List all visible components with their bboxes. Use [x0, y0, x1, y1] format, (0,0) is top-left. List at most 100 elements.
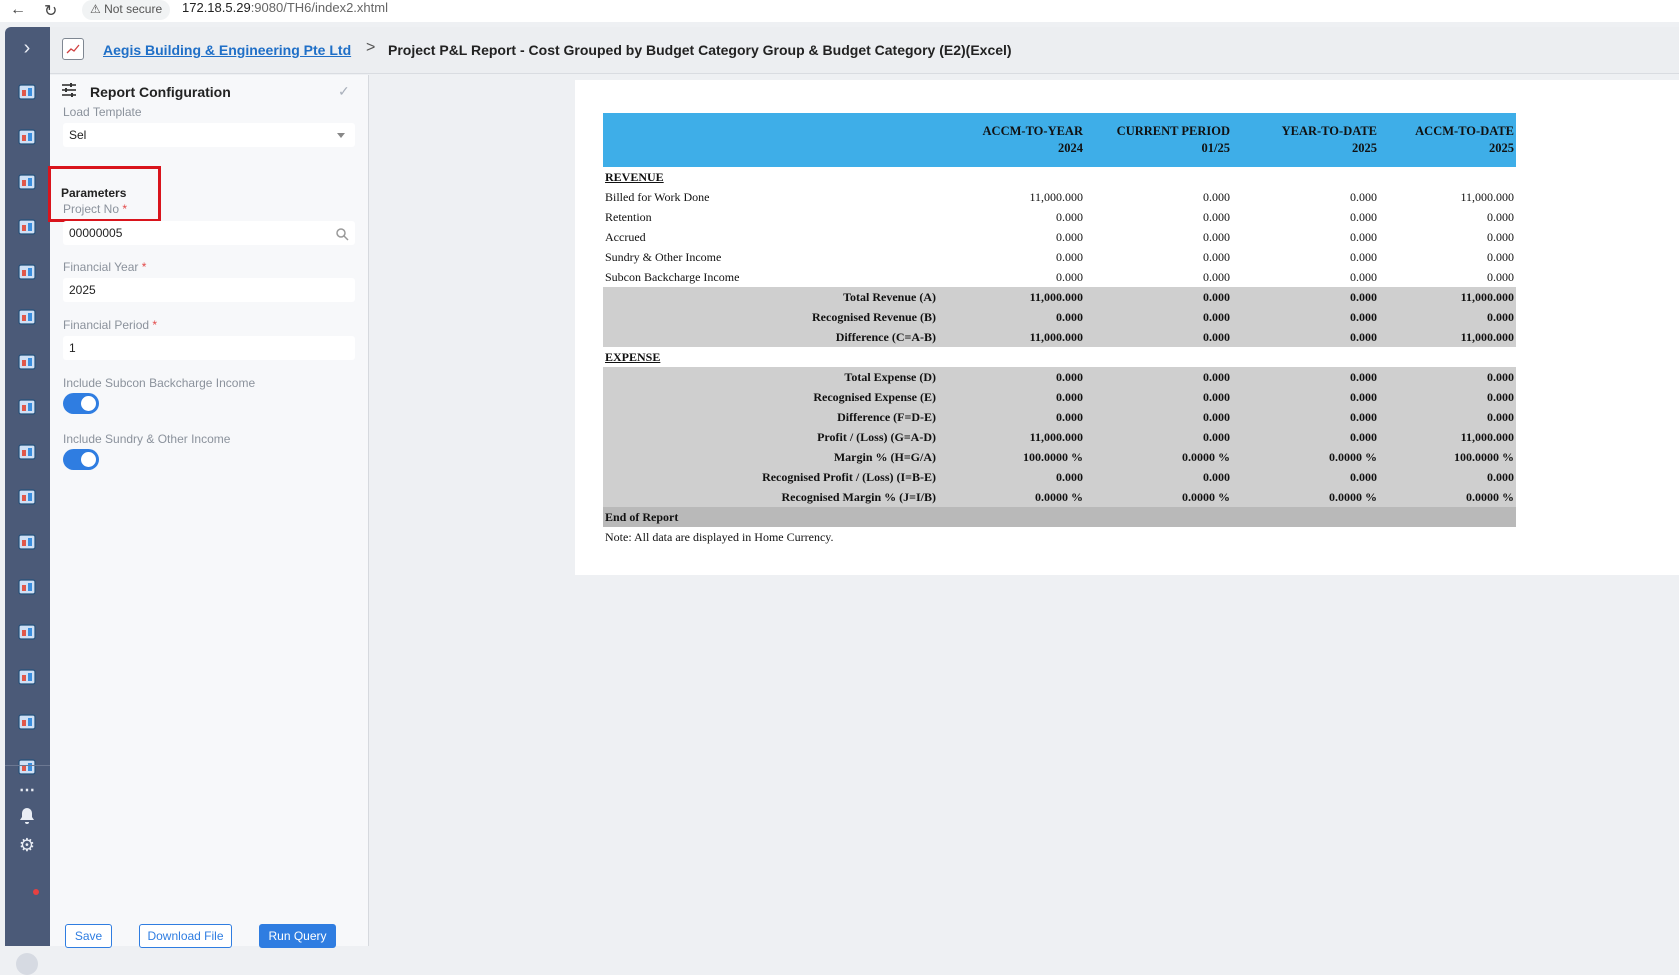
- row-value: 0.000: [1350, 189, 1377, 204]
- section-heading-row: EXPENSE: [603, 347, 1516, 367]
- report-header-row: ACCM-TO-YEAR 2024 CURRENT PERIOD 01/25 YEAR-…: [603, 113, 1516, 167]
- table-row: Subcon Backcharge Income 0.000 0.000 0.000 0…: [603, 267, 1516, 287]
- row-value: 0.000: [1056, 209, 1083, 224]
- column-header: ACCM-TO-DATE 2025: [1379, 113, 1516, 167]
- load-template-label: Load Template: [63, 105, 142, 119]
- inbox-icon[interactable]: [13, 574, 41, 600]
- report-note: Note: All data are displayed in Home Cur…: [605, 529, 834, 544]
- row-value: 0.000: [1203, 229, 1230, 244]
- expand-chevron-icon[interactable]: ›: [13, 35, 41, 61]
- financial-period-value: 1: [69, 341, 76, 355]
- row-label: Total Revenue (A): [603, 287, 938, 307]
- row-value: 0.0000 %: [1232, 447, 1379, 467]
- clear-broom-icon[interactable]: ✓: [338, 83, 350, 100]
- row-value: 0.000: [1487, 249, 1514, 264]
- row-value: 0.000: [1350, 269, 1377, 284]
- financial-year-input[interactable]: 2025: [63, 278, 355, 302]
- total-row: Recognised Expense (E) 0.000 0.000 0.000 0.0…: [603, 387, 1516, 407]
- subcon-toggle[interactable]: [63, 393, 99, 414]
- bell-icon[interactable]: [13, 803, 41, 829]
- row-label: Recognised Profit / (Loss) (I=B-E): [603, 467, 938, 487]
- reload-icon[interactable]: ↻: [44, 1, 57, 21]
- invoice-icon[interactable]: [13, 709, 41, 735]
- row-value: 100.0000 %: [938, 447, 1085, 467]
- team-icon[interactable]: [13, 529, 41, 555]
- ledger-icon[interactable]: [13, 484, 41, 510]
- row-value: 11,000.000: [1379, 327, 1516, 347]
- load-template-select[interactable]: Sel: [63, 123, 355, 147]
- blank-cell: [938, 347, 1085, 367]
- page-header: Aegis Building & Engineering Pte Ltd > P…: [50, 27, 1679, 74]
- blank-cell: [1232, 167, 1379, 187]
- row-value: 0.000: [1203, 209, 1230, 224]
- required-mark: *: [122, 202, 128, 216]
- modules-icon[interactable]: [13, 124, 41, 150]
- table-row: Accrued 0.000 0.000 0.000 0.000: [603, 227, 1516, 247]
- end-of-report-row: End of Report: [603, 507, 1516, 527]
- documents-icon[interactable]: [13, 259, 41, 285]
- subcon-toggle-label: Include Subcon Backcharge Income: [63, 376, 256, 390]
- row-value: 0.0000 %: [1232, 487, 1379, 507]
- row-value: 11,000.000: [1460, 189, 1514, 204]
- app-logo-icon[interactable]: [62, 38, 84, 60]
- row-value: 0.000: [1085, 427, 1232, 447]
- book-icon[interactable]: [13, 214, 41, 240]
- left-nav-rail: › ⋯ ⚙: [5, 27, 50, 975]
- total-row: Total Revenue (A) 11,000.000 0.000 0.000 11,…: [603, 287, 1516, 307]
- row-value: 0.000: [1487, 229, 1514, 244]
- project-no-input[interactable]: 00000005: [63, 221, 355, 245]
- blank-cell: [1232, 347, 1379, 367]
- section-heading-row: REVENUE: [603, 167, 1516, 187]
- row-value: 0.000: [1203, 269, 1230, 284]
- column-sub: 2025: [1352, 141, 1377, 155]
- required-mark: *: [141, 260, 147, 274]
- dashboard-icon[interactable]: [13, 79, 41, 105]
- row-value: 0.000: [1379, 307, 1516, 327]
- row-value: 0.000: [1085, 327, 1232, 347]
- row-value: 0.000: [1379, 467, 1516, 487]
- back-arrow-icon[interactable]: ←: [10, 1, 26, 19]
- download-file-button[interactable]: Download File: [139, 924, 232, 948]
- save-button[interactable]: Save: [65, 924, 112, 948]
- row-value: 11,000.000: [938, 287, 1085, 307]
- warehouse-icon[interactable]: [13, 619, 41, 645]
- financial-period-input[interactable]: 1: [63, 336, 355, 360]
- run-query-button[interactable]: Run Query: [259, 924, 336, 948]
- more-icon[interactable]: ⋯: [13, 777, 41, 803]
- blank-cell: [1085, 347, 1232, 367]
- report-preview: ACCM-TO-YEAR 2024 CURRENT PERIOD 01/25 YEAR-…: [575, 80, 1679, 575]
- total-row: Difference (F=D-E) 0.000 0.000 0.000 0.000: [603, 407, 1516, 427]
- store-icon[interactable]: [13, 169, 41, 195]
- table-row: Sundry & Other Income 0.000 0.000 0.000 0.00…: [603, 247, 1516, 267]
- search-icon[interactable]: [335, 225, 349, 249]
- url-host: 172.18.5.29: [182, 0, 251, 15]
- row-value: 0.000: [938, 307, 1085, 327]
- total-row: Recognised Margin % (J=I/B) 0.0000 % 0.000…: [603, 487, 1516, 507]
- row-value: 0.000: [1350, 249, 1377, 264]
- section-label: REVENUE: [605, 169, 664, 184]
- row-label: Margin % (H=G/A): [603, 447, 938, 467]
- project-no-label-text: Project No: [63, 202, 120, 216]
- tools-icon[interactable]: [13, 394, 41, 420]
- note-row: Note: All data are displayed in Home Cur…: [603, 527, 1516, 547]
- total-row: Recognised Profit / (Loss) (I=B-E) 0.000 0…: [603, 467, 1516, 487]
- breadcrumb-company-link[interactable]: Aegis Building & Engineering Pte Ltd: [103, 42, 351, 58]
- cart-icon[interactable]: [13, 304, 41, 330]
- table-row: Billed for Work Done 11,000.000 0.000 0.000…: [603, 187, 1516, 207]
- breadcrumb-separator: >: [366, 39, 376, 56]
- gear-icon[interactable]: ⚙: [13, 832, 41, 858]
- url-field[interactable]: 172.18.5.29:9080/TH6/index2.xhtml: [182, 0, 388, 16]
- parameters-heading: Parameters: [61, 186, 127, 200]
- row-value: 11,000.000: [1379, 427, 1516, 447]
- row-value: 11,000.000: [938, 327, 1085, 347]
- reports-icon[interactable]: [13, 349, 41, 375]
- truck-icon[interactable]: [13, 664, 41, 690]
- factory-icon[interactable]: [13, 439, 41, 465]
- row-value: 0.000: [1203, 249, 1230, 264]
- sundry-toggle[interactable]: [63, 449, 99, 470]
- avatar[interactable]: [16, 953, 38, 975]
- column-name: ACCM-TO-YEAR: [982, 124, 1083, 138]
- security-indicator[interactable]: ⚠ Not secure: [82, 0, 171, 20]
- report-config-panel: Report Configuration ✓ Load Template Sel…: [48, 75, 369, 948]
- row-value: 0.000: [1085, 287, 1232, 307]
